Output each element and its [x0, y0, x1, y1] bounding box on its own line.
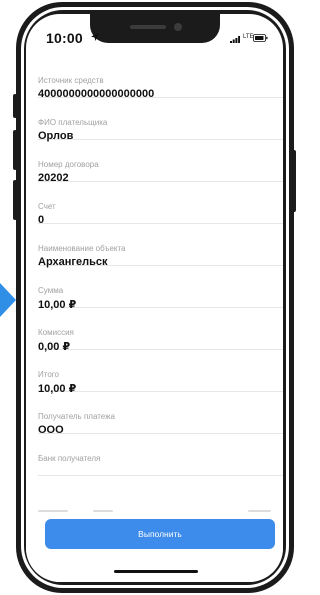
- field-label: Получатель платежа: [38, 412, 115, 421]
- field-funds-source: Источник средств 4000000000000000000: [38, 56, 283, 100]
- phone-screen: 10:00 LTE Источник средств 4000000000000…: [26, 14, 283, 582]
- field-label: ФИО плательщика: [38, 118, 108, 127]
- phone-power-button: [292, 150, 296, 212]
- field-object-name: Наименование объекта Архангельск: [38, 224, 283, 268]
- speaker-grille: [130, 25, 166, 29]
- field-payer-name: ФИО плательщика Орлов: [38, 98, 283, 142]
- field-account: Счет 0: [38, 182, 283, 226]
- field-label: Комиссия: [38, 328, 74, 337]
- field-label: Сумма: [38, 286, 64, 295]
- field-label: Счет: [38, 202, 56, 211]
- pointer-arrow-icon: [0, 283, 16, 317]
- field-total: Итого 10,00 ₽: [38, 350, 283, 395]
- field-recipient-bank: Банк получателя: [38, 434, 283, 476]
- front-camera: [174, 23, 182, 31]
- field-amount: Сумма 10,00 ₽: [38, 266, 283, 311]
- signal-strength-icon: [230, 36, 240, 43]
- field-contract-number: Номер договора 20202: [38, 140, 283, 184]
- phone-side-button: [13, 94, 17, 118]
- field-label: Номер договора: [38, 160, 99, 169]
- field-commission: Комиссия 0,00 ₽: [38, 308, 283, 353]
- status-time: 10:00: [46, 30, 83, 46]
- payment-details-list: Источник средств 4000000000000000000 ФИО…: [26, 56, 283, 476]
- phone-volume-down-button: [13, 180, 17, 220]
- submit-button[interactable]: Выполнить: [45, 519, 275, 549]
- field-label: Итого: [38, 370, 59, 379]
- field-recipient: Получатель платежа ООО: [38, 392, 283, 436]
- field-label: Банк получателя: [38, 454, 101, 463]
- home-indicator[interactable]: [114, 570, 198, 573]
- field-label: Наименование объекта: [38, 244, 126, 253]
- location-arrow-icon: [91, 33, 99, 41]
- phone-notch: [90, 14, 220, 43]
- phone-volume-up-button: [13, 130, 17, 170]
- network-type-label: LTE: [243, 34, 254, 40]
- battery-icon: [253, 34, 268, 42]
- field-label: Источник средств: [38, 76, 104, 85]
